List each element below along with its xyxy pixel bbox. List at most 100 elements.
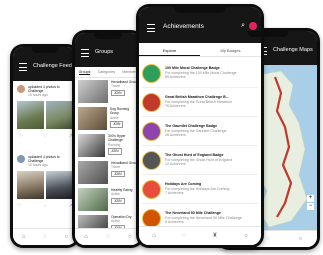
chat-icon[interactable]: ◌ bbox=[43, 234, 47, 240]
maps-title: Challenge Maps bbox=[273, 47, 313, 53]
post-photos[interactable] bbox=[17, 170, 73, 199]
badge-medal-icon bbox=[142, 179, 161, 199]
post-text: uploaded 4 photos to Challenge bbox=[28, 155, 60, 164]
groups-tabs: Groups Categories Members bbox=[75, 67, 141, 78]
tab-categories[interactable]: Categories bbox=[98, 70, 115, 74]
group-item[interactable]: Healthy Eating Active JOIN bbox=[78, 188, 138, 213]
hamburger-icon[interactable] bbox=[147, 24, 155, 32]
badge-item[interactable]: Great British Marathon Challenge B... Fo… bbox=[142, 88, 258, 117]
group-name: Dog Running Group bbox=[109, 107, 130, 116]
screen-achievements: Achievements ⌕ Explore My Badges 100 Mil… bbox=[139, 7, 261, 245]
badge-achievers: 76 Achievers bbox=[165, 104, 186, 109]
group-thumbnail bbox=[78, 161, 108, 184]
avatar bbox=[17, 85, 25, 93]
badge-achievers: 7 Achievers bbox=[165, 191, 184, 196]
screen-groups: Groups Groups Categories Members Hexadba… bbox=[75, 33, 141, 245]
bottom-nav: ⌂ ◌ ○ bbox=[75, 228, 141, 245]
hamburger-icon[interactable] bbox=[81, 49, 89, 57]
group-category: Active bbox=[111, 192, 120, 197]
screen-challenge-feed: Challenge Feed uploaded 4 photos to Chal… bbox=[13, 47, 77, 245]
post-actions: ♡ ◌ ↗ bbox=[17, 203, 73, 209]
post-time: 16 hours ago bbox=[28, 163, 48, 168]
group-category: Travel bbox=[111, 165, 121, 170]
group-thumbnail bbox=[78, 80, 108, 103]
feed-post-2[interactable]: uploaded 4 photos to Challenge 16 hours … bbox=[17, 155, 73, 209]
tab-my-badges[interactable]: My Badges bbox=[200, 45, 261, 56]
like-icon[interactable]: ♡ bbox=[17, 133, 21, 139]
badge-item[interactable]: The Ghost Hunt of England Badge For comp… bbox=[142, 146, 258, 175]
badge-medal-icon bbox=[142, 121, 161, 141]
feed-post-1[interactable]: uploaded 4 photos to Challenge 15 hours … bbox=[17, 85, 73, 139]
phone-groups: Groups Groups Categories Members Hexadba… bbox=[72, 30, 144, 248]
post-photos[interactable] bbox=[17, 100, 73, 129]
chat-icon[interactable]: ◌ bbox=[266, 236, 270, 242]
trophy-icon[interactable]: ♜ bbox=[212, 233, 217, 239]
chat-icon[interactable]: ◌ bbox=[106, 234, 110, 240]
group-name: 300's Hyper Challenge bbox=[108, 134, 126, 143]
chat-icon[interactable]: ◌ bbox=[182, 233, 186, 239]
badge-achievers: 89 Achievers bbox=[165, 75, 186, 80]
badge-item[interactable]: 100 Mile Moral Challenge Badge For compl… bbox=[142, 59, 258, 88]
hamburger-icon[interactable] bbox=[19, 63, 27, 71]
badge-medal-icon bbox=[142, 63, 161, 83]
group-thumbnail bbox=[78, 107, 107, 130]
group-category: Active bbox=[111, 219, 120, 224]
notification-icon[interactable] bbox=[249, 22, 257, 30]
achievements-title: Achievements bbox=[163, 23, 204, 30]
join-button[interactable]: JOIN bbox=[111, 197, 125, 205]
achievements-tabs: Explore My Badges bbox=[139, 45, 261, 57]
group-category: Travel bbox=[111, 84, 121, 89]
join-button[interactable]: JOIN bbox=[111, 89, 125, 97]
post-time: 15 hours ago bbox=[28, 93, 48, 98]
zoom-out-icon[interactable]: − bbox=[307, 203, 314, 210]
badge-item[interactable]: Holidays Are Coming For completing the H… bbox=[142, 175, 258, 204]
avatar bbox=[17, 155, 25, 163]
post-photo[interactable] bbox=[17, 100, 44, 129]
phone-notch bbox=[174, 7, 226, 13]
join-button[interactable]: JOIN bbox=[111, 170, 125, 178]
group-category: Active bbox=[109, 115, 119, 120]
post-photo[interactable] bbox=[46, 100, 73, 129]
feed-title: Challenge Feed bbox=[33, 63, 72, 69]
like-icon[interactable]: ♡ bbox=[17, 203, 21, 209]
badge-list: 100 Mile Moral Challenge Badge For compl… bbox=[142, 59, 258, 232]
home-icon[interactable]: ⌂ bbox=[22, 234, 26, 240]
bottom-nav: ⌂ ◌ ♜ ○ bbox=[139, 226, 261, 245]
post-actions: ♡ ◌ ↗ bbox=[17, 133, 73, 139]
badge-medal-icon bbox=[142, 208, 161, 228]
phone-achievements: Achievements ⌕ Explore My Badges 100 Mil… bbox=[136, 4, 264, 248]
group-item[interactable]: 300's Hyper Challenge Running JOIN bbox=[78, 134, 138, 159]
comment-icon[interactable]: ◌ bbox=[44, 133, 47, 139]
tab-groups[interactable]: Groups bbox=[78, 70, 91, 75]
profile-icon[interactable]: ○ bbox=[299, 236, 303, 242]
post-text: uploaded 4 photos to Challenge bbox=[28, 85, 60, 94]
group-item[interactable]: Dog Running Group Active JOIN bbox=[78, 107, 138, 132]
search-icon[interactable]: ⌕ bbox=[241, 22, 245, 30]
group-item[interactable]: Hexadband Group Travel JOIN bbox=[78, 161, 138, 186]
phone-notch bbox=[31, 47, 59, 53]
badge-medal-icon bbox=[142, 150, 161, 170]
groups-title: Groups bbox=[95, 49, 114, 55]
join-button[interactable]: JOIN bbox=[108, 148, 122, 155]
badge-achievers: 12 Achievers bbox=[165, 162, 186, 167]
home-icon[interactable]: ⌂ bbox=[84, 234, 88, 240]
profile-icon[interactable]: ○ bbox=[65, 234, 69, 240]
bottom-nav: ⌂ ◌ ○ bbox=[13, 228, 77, 245]
comment-icon[interactable]: ◌ bbox=[44, 203, 47, 209]
post-photo[interactable] bbox=[17, 170, 44, 199]
group-item[interactable]: Hexadband Group Travel JOIN bbox=[78, 80, 138, 105]
tab-explore[interactable]: Explore bbox=[139, 45, 200, 56]
profile-icon[interactable]: ○ bbox=[128, 234, 132, 240]
group-thumbnail bbox=[78, 134, 106, 157]
group-thumbnail bbox=[78, 188, 108, 211]
join-button[interactable]: JOIN bbox=[109, 121, 124, 128]
home-icon[interactable]: ⌂ bbox=[152, 233, 156, 239]
badge-medal-icon bbox=[142, 92, 161, 112]
badge-achievers: 28 Achievers bbox=[165, 133, 186, 138]
badge-item[interactable]: The Gauntlet Challenge Badge For complet… bbox=[142, 117, 258, 146]
phone-notch bbox=[94, 33, 122, 39]
phone-notch bbox=[247, 31, 289, 37]
post-photo[interactable] bbox=[46, 170, 73, 199]
zoom-in-icon[interactable]: + bbox=[307, 195, 314, 202]
profile-icon[interactable]: ○ bbox=[244, 233, 248, 239]
